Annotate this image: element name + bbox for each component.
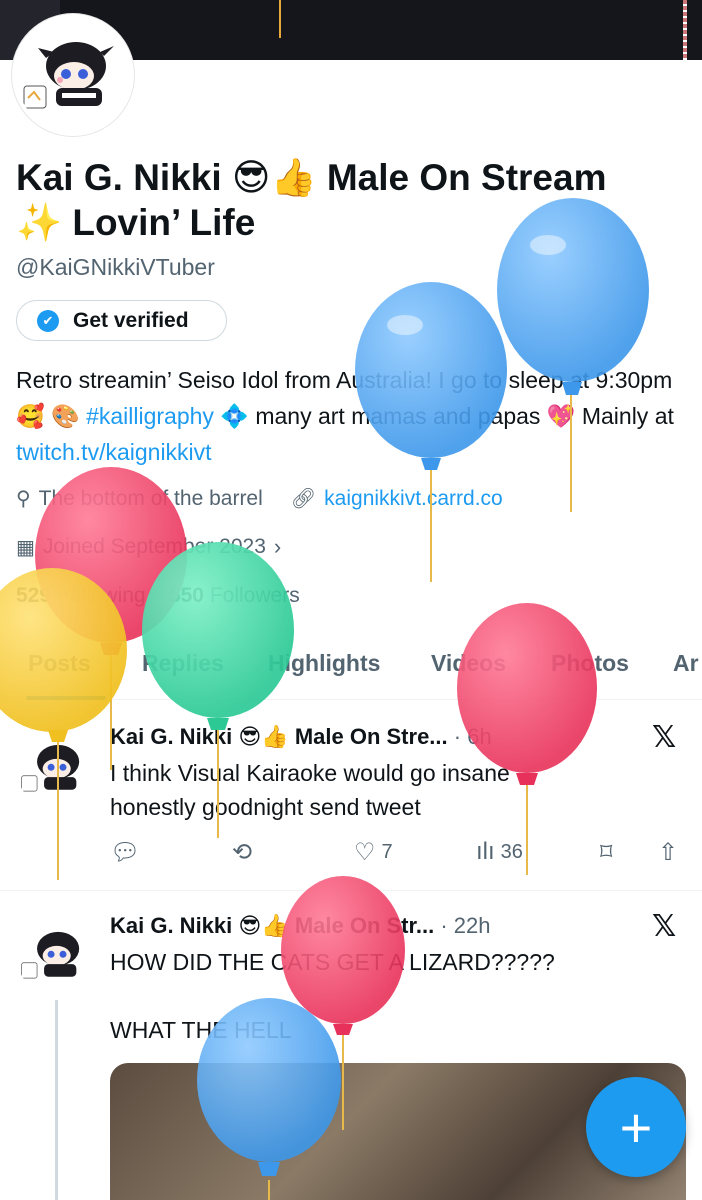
following-label: Following (56, 584, 146, 607)
profile-avatar[interactable] (12, 14, 134, 136)
tab-posts[interactable]: Posts (28, 650, 91, 677)
compose-button[interactable]: + (586, 1077, 686, 1177)
like-count: 7 (381, 841, 393, 863)
views-button[interactable]: ılı 36 (476, 838, 523, 866)
tweet-header: Kai G. Nikki 😎👍 Male On Str... · 22h (110, 913, 490, 939)
share-icon: ⇧ (658, 839, 679, 866)
tweet-timestamp: · 22h (440, 913, 491, 938)
tweet-actions: 💬︎ ⟲ ♡ 7 ılı 36 ⌑ ⇧ (110, 838, 690, 868)
display-name-line-1: Kai G. Nikki 😎👍 Male On Stream (16, 157, 607, 198)
bookmark-button[interactable]: ⌑ (600, 838, 618, 867)
verified-badge-icon: ✔ (37, 309, 59, 332)
tab-articles[interactable]: Ar (673, 650, 699, 677)
tweet-header: Kai G. Nikki 😎👍 Male On Stre... · 6h (110, 724, 492, 750)
follow-counts: 529 Following 550 Followers (16, 584, 300, 608)
tweet-timestamp: · 6h (453, 724, 492, 749)
get-verified-label: Get verified (73, 308, 189, 332)
tweet-avatar-illustration (21, 931, 80, 979)
profile-website-link[interactable]: kaignikkivt.carrd.co (324, 487, 503, 511)
location-pin-icon: ⚲ (16, 488, 31, 510)
share-button[interactable]: ⇧ (658, 838, 684, 867)
followers-label: Followers (209, 584, 300, 607)
get-verified-button[interactable]: ✔ Get verified (16, 300, 227, 341)
repost-button[interactable]: ⟲ (232, 838, 258, 867)
heart-icon: ♡ (354, 839, 376, 866)
tab-photos[interactable]: Photos (551, 650, 629, 677)
tweet-text: HOW DID THE CATS GET A LIZARD????? WHAT … (110, 949, 555, 1043)
plus-icon: + (619, 1095, 653, 1159)
following-count: 529 (16, 584, 52, 607)
reply-button[interactable]: 💬︎ (110, 838, 146, 867)
tweet-item[interactable]: Kai G. Nikki 😎👍 Male On Stre... · 6h 𝕏 I… (0, 700, 702, 890)
tweet-author-name[interactable]: Kai G. Nikki 😎👍 Male On Str... (110, 913, 434, 938)
display-name-line-2: ✨ Lovin’ Life (16, 202, 256, 243)
tab-highlights[interactable]: Highlights (268, 650, 380, 677)
bio-twitch-link[interactable]: twitch.tv/kaignikkivt (16, 439, 212, 465)
link-icon: 🔗︎ (290, 488, 317, 510)
repost-icon: ⟲ (232, 839, 253, 866)
profile-tabs: Posts Replies Highlights Videos Photos A… (0, 640, 702, 700)
tweet-text: I think Visual Kairaoke would go insane … (110, 760, 510, 820)
profile-display-name: Kai G. Nikki 😎👍 Male On Stream ✨ Lovin’ … (16, 155, 696, 245)
banner-balloon-string (279, 0, 281, 38)
profile-meta-location-website: ⚲ The bottom of the barrel 🔗︎ kaignikkiv… (16, 486, 503, 511)
followers-link[interactable]: 550 Followers (169, 584, 300, 607)
like-button[interactable]: ♡ 7 (354, 838, 393, 867)
tweet-author-name[interactable]: Kai G. Nikki 😎👍 Male On Stre... (110, 724, 448, 749)
profile-location: The bottom of the barrel (38, 486, 263, 510)
avatar-illustration (23, 42, 114, 109)
profile-handle: @KaiGNikkiVTuber (16, 254, 215, 280)
x-logo-icon: 𝕏 (652, 910, 677, 943)
bio-hashtag-link[interactable]: #kailligraphy (86, 403, 214, 429)
thread-line (55, 1000, 58, 1200)
tweet-avatar[interactable] (16, 728, 96, 808)
profile-joined-date: Joined September 2023 (42, 535, 266, 558)
profile-meta-joined[interactable]: ▦ Joined September 2023 › (16, 534, 281, 560)
banner-rope (683, 0, 687, 60)
chevron-right-icon: › (273, 534, 282, 559)
tweet-avatar[interactable] (16, 915, 96, 995)
followers-count: 550 (168, 584, 204, 607)
bookmark-icon: ⌑ (600, 839, 613, 866)
calendar-icon: ▦ (16, 536, 35, 559)
view-count: 36 (500, 840, 523, 863)
tweet-avatar-illustration (21, 744, 80, 792)
reply-icon: 💬︎ (110, 839, 141, 866)
following-link[interactable]: 529 Following (16, 584, 146, 607)
bio-text-2: 💠 many art mamas and papas 💖 Mainly at (213, 403, 674, 429)
views-icon: ılı (476, 838, 495, 865)
tab-replies[interactable]: Replies (142, 650, 224, 677)
profile-bio: Retro streamin’ Seiso Idol from Australi… (16, 362, 686, 470)
x-logo-icon: 𝕏 (652, 721, 677, 754)
tab-videos[interactable]: Videos (431, 650, 506, 677)
